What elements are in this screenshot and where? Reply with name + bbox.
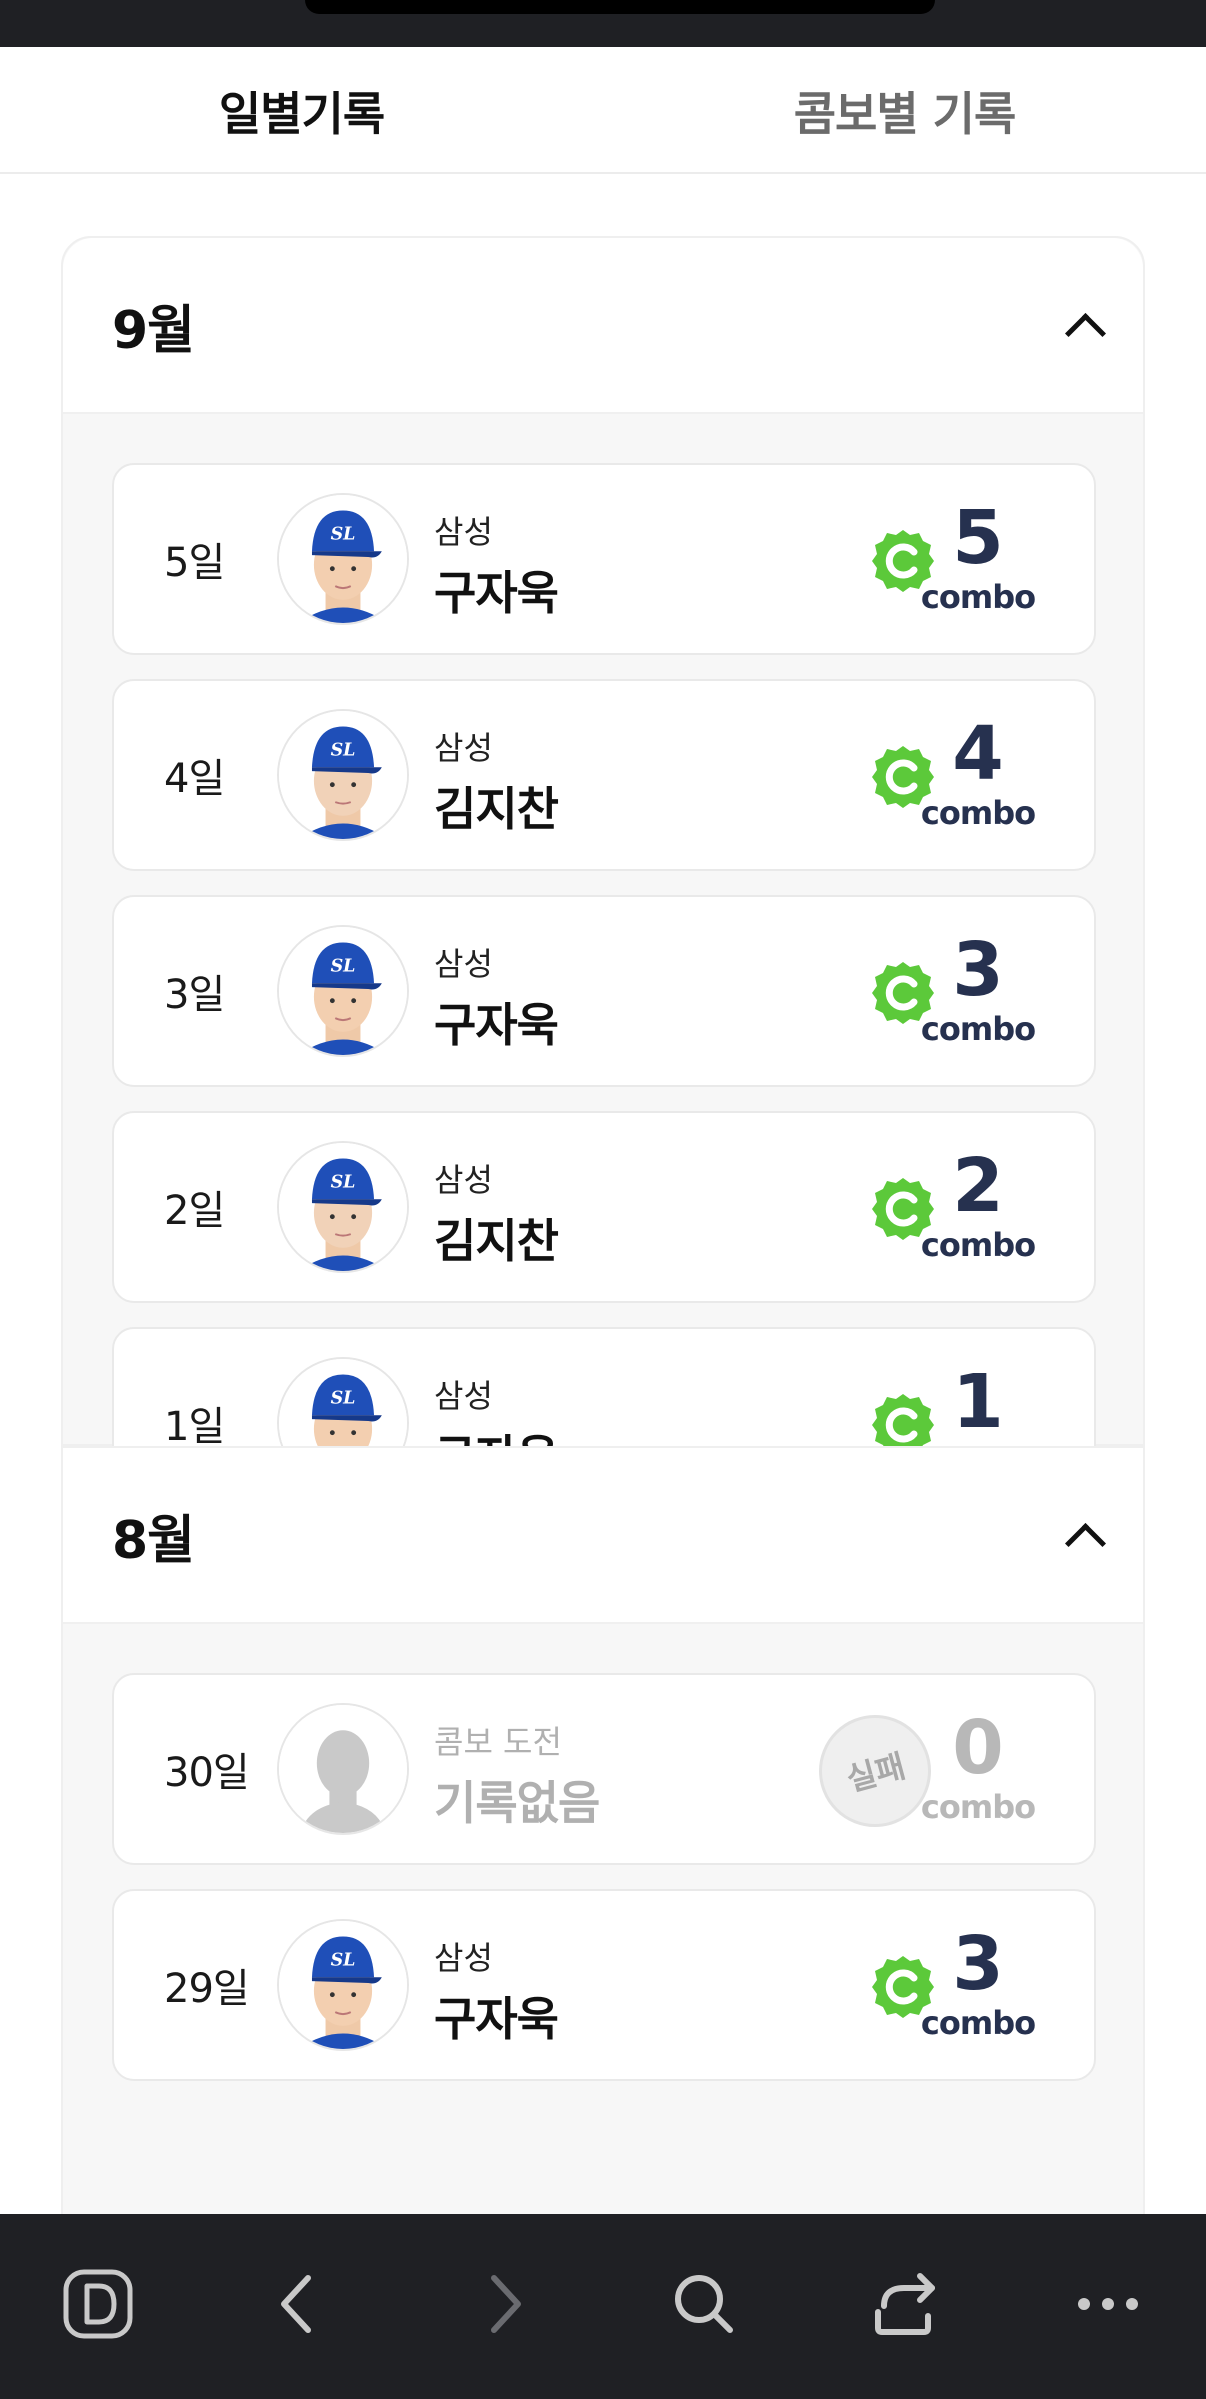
- tab-combo-records[interactable]: 콤보별 기록: [603, 47, 1206, 174]
- forward-button[interactable]: [452, 2254, 552, 2354]
- player-name: 구자욱: [434, 566, 559, 620]
- combo-count: 2: [952, 1143, 1004, 1229]
- team-name: 삼성: [434, 1377, 493, 1415]
- svg-text:SL: SL: [331, 957, 356, 977]
- combo-unit-label: combo: [920, 794, 1036, 832]
- record-day: 29일: [164, 1966, 250, 2012]
- record-row[interactable]: 30일 콤보 도전 기록없음 실패 0 combo: [112, 1673, 1096, 1865]
- more-icon: [1078, 2298, 1138, 2310]
- player-avatar: SL: [277, 925, 409, 1057]
- combo-unit-label: combo: [920, 578, 1036, 616]
- team-name: 삼성: [434, 729, 493, 767]
- player-photo-icon: SL: [279, 1143, 407, 1271]
- team-name: 삼성: [434, 513, 493, 551]
- player-avatar: SL: [277, 1919, 409, 2051]
- share-icon: [875, 2273, 935, 2335]
- team-name: 삼성: [434, 945, 493, 983]
- combo-unit-label: combo: [920, 1226, 1036, 1264]
- record-row[interactable]: 2일 SL 삼성 김지찬 2 combo: [112, 1111, 1096, 1303]
- player-name: 구자욱: [434, 1992, 559, 2046]
- team-name: 삼성: [434, 1939, 493, 1977]
- month-header[interactable]: 9월: [63, 238, 1143, 414]
- svg-text:SL: SL: [331, 1951, 356, 1971]
- no-record-label: 기록없음: [434, 1776, 600, 1830]
- combo-count: 0: [952, 1705, 1004, 1791]
- svg-text:SL: SL: [331, 525, 356, 545]
- search-icon: [675, 2275, 733, 2333]
- svg-text:SL: SL: [331, 1173, 356, 1193]
- back-button[interactable]: [250, 2254, 350, 2354]
- player-photo-icon: SL: [279, 711, 407, 839]
- player-photo-icon: SL: [279, 927, 407, 1055]
- player-avatar: [277, 1703, 409, 1835]
- player-avatar: SL: [277, 493, 409, 625]
- share-button[interactable]: [856, 2254, 956, 2354]
- browser-bottom-bar: [0, 2214, 1206, 2399]
- combo-count: 3: [952, 1921, 1004, 2007]
- player-photo-icon: SL: [279, 1921, 407, 2049]
- player-name: 김지찬: [434, 1214, 559, 1268]
- combo-count: 3: [952, 927, 1004, 1013]
- record-day: 5일: [164, 540, 225, 586]
- record-row[interactable]: 4일 SL 삼성 김지찬 4 combo: [112, 679, 1096, 871]
- chevron-up-icon[interactable]: [1063, 1515, 1103, 1555]
- player-avatar: SL: [277, 709, 409, 841]
- player-avatar: SL: [277, 1141, 409, 1273]
- svg-text:SL: SL: [331, 1389, 356, 1409]
- player-name: 구자욱: [434, 998, 559, 1052]
- back-icon: [281, 2275, 311, 2333]
- fail-label: 실패: [842, 1746, 909, 1799]
- month-header[interactable]: 8월: [63, 1448, 1143, 1624]
- records-list[interactable]: 9월 5일 SL 삼성 구자욱 5 combo 4일 SL 삼성 김지찬 4 c…: [0, 174, 1206, 2214]
- d-logo-icon: [63, 2269, 133, 2339]
- record-tabs: 일별기록 콤보별 기록: [0, 47, 1206, 216]
- record-day: 2일: [164, 1188, 225, 1234]
- person-silhouette-icon: [279, 1705, 407, 1833]
- forward-icon: [491, 2275, 521, 2333]
- search-button[interactable]: [654, 2254, 754, 2354]
- camera-notch: [305, 0, 935, 14]
- status-bar: [0, 0, 1206, 47]
- combo-count: 1: [952, 1359, 1004, 1445]
- svg-text:SL: SL: [331, 741, 356, 761]
- month-card-september: 9월 5일 SL 삼성 구자욱 5 combo 4일 SL 삼성 김지찬 4 c…: [61, 236, 1145, 1519]
- tab-daily-records[interactable]: 일별기록: [0, 47, 603, 174]
- player-photo-icon: SL: [279, 495, 407, 623]
- team-name: 삼성: [434, 1161, 493, 1199]
- combo-unit-label: combo: [920, 1010, 1036, 1048]
- challenge-label: 콤보 도전: [434, 1723, 562, 1761]
- combo-unit-label: combo: [920, 2004, 1036, 2042]
- combo-count: 4: [952, 711, 1004, 797]
- player-name: 김지찬: [434, 782, 559, 836]
- month-card-august: 8월 30일 콤보 도전 기록없음 실패 0 combo 29일 SL 삼성 구…: [61, 1446, 1145, 2214]
- home-button[interactable]: [48, 2254, 148, 2354]
- record-day: 3일: [164, 972, 225, 1018]
- record-row[interactable]: 3일 SL 삼성 구자욱 3 combo: [112, 895, 1096, 1087]
- record-row[interactable]: 5일 SL 삼성 구자욱 5 combo: [112, 463, 1096, 655]
- record-day: 30일: [164, 1750, 250, 1796]
- record-row[interactable]: 29일 SL 삼성 구자욱 3 combo: [112, 1889, 1096, 2081]
- combo-count: 5: [952, 495, 1004, 581]
- more-button[interactable]: [1058, 2254, 1158, 2354]
- record-day: 4일: [164, 756, 225, 802]
- chevron-up-icon[interactable]: [1063, 305, 1103, 345]
- month-title: 8월: [112, 1510, 195, 1571]
- month-title: 9월: [112, 300, 195, 361]
- combo-unit-label: combo: [920, 1788, 1036, 1826]
